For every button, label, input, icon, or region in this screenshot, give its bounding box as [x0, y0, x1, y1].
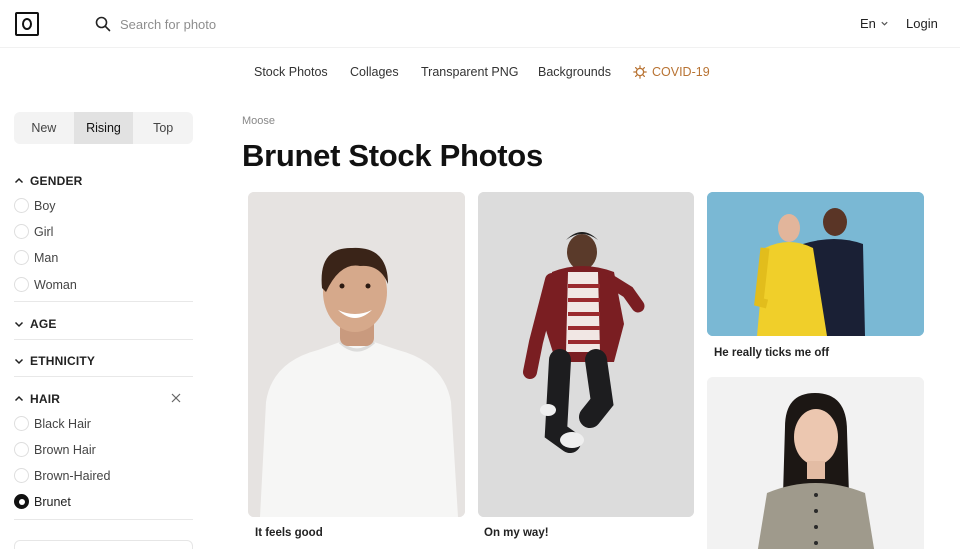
- category-nav: Stock Photos Collages Transparent PNG Ba…: [0, 60, 960, 86]
- divider: [14, 519, 193, 520]
- divider: [14, 339, 193, 340]
- option-label: Black Hair: [34, 416, 91, 431]
- filter-hair-toggle[interactable]: HAIR: [14, 390, 193, 408]
- radio-button[interactable]: [14, 224, 29, 239]
- chevron-up-icon: [14, 177, 24, 184]
- logo[interactable]: [15, 12, 39, 36]
- radio-button[interactable]: [14, 198, 29, 213]
- chevron-down-icon: [14, 321, 24, 328]
- nav-stock-photos[interactable]: Stock Photos: [254, 65, 328, 79]
- photo-image: [248, 192, 465, 517]
- sort-tabs: New Rising Top: [14, 112, 193, 144]
- filter-age-title: AGE: [30, 317, 57, 331]
- option-label: Brown-Haired: [34, 468, 111, 483]
- tab-top[interactable]: Top: [133, 112, 193, 144]
- sidebar-bottom-box: [14, 540, 193, 549]
- option-label: Man: [34, 250, 59, 265]
- filter-option-brown-hair[interactable]: Brown Hair: [14, 442, 96, 457]
- option-label: Girl: [34, 224, 54, 239]
- divider: [14, 301, 193, 302]
- tab-rising[interactable]: Rising: [73, 112, 134, 144]
- photo-image: [707, 192, 924, 336]
- nav-covid[interactable]: COVID-19: [633, 65, 710, 79]
- option-label: Brown Hair: [34, 442, 96, 457]
- photo-card[interactable]: [478, 192, 694, 517]
- login-link[interactable]: Login: [906, 16, 938, 31]
- nav-collages[interactable]: Collages: [350, 65, 399, 79]
- tab-new[interactable]: New: [14, 112, 74, 144]
- option-label: Brunet: [34, 494, 71, 509]
- filter-age-section: AGE: [14, 315, 193, 333]
- filter-option-woman[interactable]: Woman: [14, 277, 77, 292]
- chevron-down-icon: [881, 21, 888, 26]
- filter-gender-title: GENDER: [30, 174, 83, 188]
- nav-transparent-png[interactable]: Transparent PNG: [421, 65, 519, 79]
- photo-card[interactable]: [707, 192, 924, 336]
- chevron-down-icon: [14, 358, 24, 365]
- radio-button-checked[interactable]: [14, 494, 29, 509]
- filter-gender-section: GENDER: [14, 172, 193, 190]
- filter-age-toggle[interactable]: AGE: [14, 315, 193, 333]
- filter-option-black-hair[interactable]: Black Hair: [14, 416, 91, 431]
- virus-icon: [633, 65, 647, 79]
- radio-button[interactable]: [14, 277, 29, 292]
- close-icon[interactable]: [171, 393, 181, 403]
- photo-caption[interactable]: It feels good: [255, 527, 323, 539]
- filter-gender-toggle[interactable]: GENDER: [14, 172, 193, 190]
- radio-button[interactable]: [14, 416, 29, 431]
- covid-label: COVID-19: [652, 65, 710, 79]
- photo-caption[interactable]: He really ticks me off: [714, 347, 829, 359]
- filter-option-brown-haired[interactable]: Brown-Haired: [14, 468, 110, 483]
- breadcrumb[interactable]: Moose: [242, 115, 275, 127]
- photo-card[interactable]: [707, 377, 924, 549]
- divider: [14, 376, 193, 377]
- filter-option-brunet[interactable]: Brunet: [14, 494, 71, 509]
- option-label: Woman: [34, 277, 77, 292]
- language-label: En: [860, 16, 876, 31]
- filter-option-girl[interactable]: Girl: [14, 224, 53, 239]
- filter-option-boy[interactable]: Boy: [14, 198, 56, 213]
- filter-ethnicity-toggle[interactable]: ETHNICITY: [14, 352, 193, 370]
- photo-image: [707, 377, 924, 549]
- photo-card[interactable]: [248, 192, 465, 517]
- filter-ethnicity-title: ETHNICITY: [30, 354, 96, 368]
- radio-button[interactable]: [14, 468, 29, 483]
- photo-caption[interactable]: On my way!: [484, 527, 549, 539]
- nav-backgrounds[interactable]: Backgrounds: [538, 65, 611, 79]
- filter-ethnicity-section: ETHNICITY: [14, 352, 193, 370]
- option-label: Boy: [34, 198, 56, 213]
- photo-image: [478, 192, 694, 517]
- chevron-up-icon: [14, 395, 24, 402]
- filter-option-man[interactable]: Man: [14, 250, 58, 265]
- search-icon[interactable]: [95, 16, 111, 32]
- search-input[interactable]: [120, 13, 420, 35]
- filter-hair-section: HAIR: [14, 390, 193, 408]
- language-selector[interactable]: En: [860, 16, 889, 31]
- page-title: Brunet Stock Photos: [242, 138, 543, 173]
- radio-button[interactable]: [14, 250, 29, 265]
- filter-hair-title: HAIR: [30, 392, 61, 406]
- radio-button[interactable]: [14, 442, 29, 457]
- top-bar: En Login: [0, 0, 960, 48]
